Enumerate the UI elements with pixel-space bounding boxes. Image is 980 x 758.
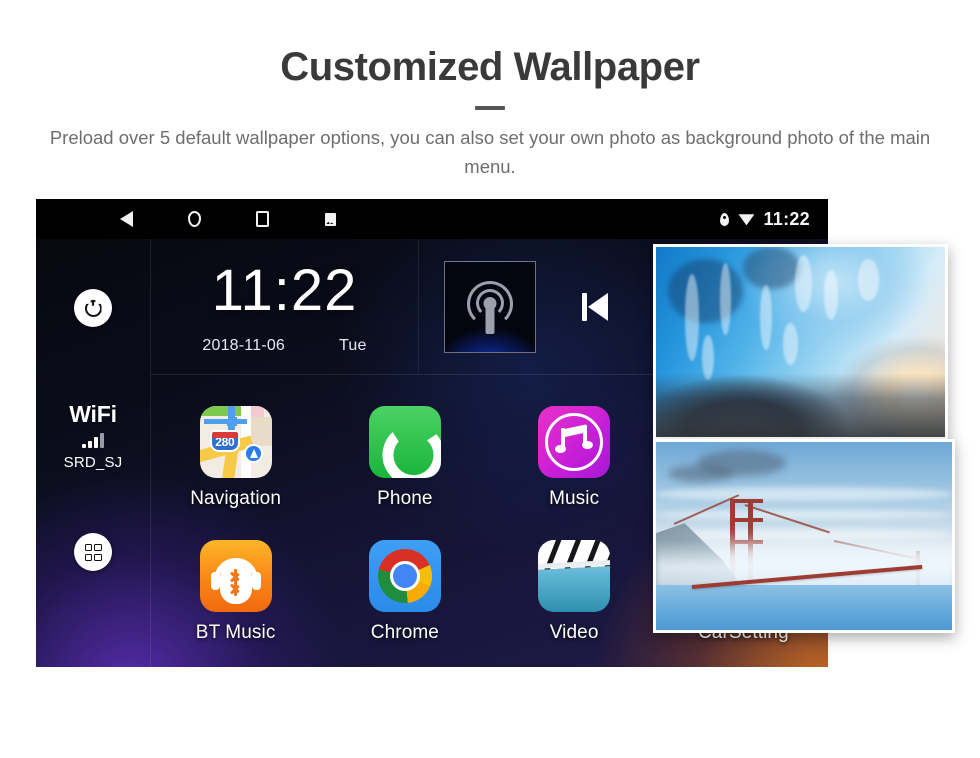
app-label: Music — [549, 487, 600, 509]
page-header: Customized Wallpaper Preload over 5 defa… — [0, 0, 980, 181]
golden-gate-bridge-wallpaper-preview[interactable] — [653, 439, 955, 634]
screenshot-button[interactable] — [296, 199, 364, 239]
device-stage: 11:22 WiFi SRD_SJ 11:22 2018-11-06 Tue 2… — [0, 199, 980, 699]
bluetooth-headphones-icon — [199, 540, 272, 613]
app-navigation[interactable]: 280 Navigation — [151, 390, 320, 525]
app-music[interactable]: Music — [490, 390, 659, 525]
app-chrome[interactable]: Chrome — [320, 525, 489, 660]
back-triangle-icon — [119, 211, 133, 228]
left-sidebar: WiFi SRD_SJ — [36, 239, 151, 668]
apps-grid-icon — [84, 543, 102, 561]
status-indicators: 11:22 — [720, 209, 810, 230]
maps-icon: 280 — [199, 405, 272, 478]
page-subtitle: Preload over 5 default wallpaper options… — [49, 127, 931, 177]
music-note-icon — [538, 405, 611, 478]
recents-button[interactable] — [228, 199, 296, 239]
power-icon — [84, 299, 102, 317]
phone-icon — [368, 405, 441, 478]
app-label: BT Music — [195, 622, 276, 644]
wifi-ssid-label: SRD_SJ — [63, 454, 123, 472]
app-label: Phone — [377, 487, 433, 509]
app-phone[interactable]: Phone — [320, 390, 489, 525]
back-button[interactable] — [92, 199, 160, 239]
chrome-icon — [368, 540, 441, 613]
status-bar: 11:22 — [36, 199, 828, 240]
radio-antenna-icon — [462, 279, 518, 335]
all-apps-button[interactable] — [74, 533, 112, 572]
app-label: Chrome — [370, 622, 439, 644]
wifi-label: WiFi — [69, 401, 117, 428]
wifi-status-block[interactable]: WiFi SRD_SJ — [64, 401, 123, 471]
navigation-buttons — [92, 199, 364, 239]
clapperboard-icon — [538, 540, 611, 613]
clock-weekday: Tue — [339, 337, 367, 355]
clock-widget[interactable]: 11:22 2018-11-06 Tue — [151, 239, 419, 375]
power-button[interactable] — [74, 289, 112, 328]
app-label: Video — [549, 622, 599, 644]
previous-track-button[interactable] — [582, 292, 608, 321]
clock-date: 2018-11-06 — [202, 337, 286, 355]
route-shield-number: 280 — [215, 434, 235, 449]
app-video[interactable]: Video — [490, 525, 659, 660]
screenshot-image-icon — [324, 212, 336, 226]
status-bar-clock: 11:22 — [763, 208, 810, 229]
wifi-signal-bars-icon — [64, 433, 123, 449]
clock-subline: 2018-11-06 Tue — [202, 337, 366, 355]
radio-source-tile[interactable] — [444, 260, 536, 353]
wifi-icon — [738, 214, 755, 226]
clock-time: 11:22 — [211, 258, 358, 324]
home-button[interactable] — [160, 199, 228, 239]
recents-square-icon — [255, 211, 269, 228]
app-label: Navigation — [190, 487, 282, 509]
location-pin-icon — [720, 212, 730, 226]
home-circle-icon — [187, 211, 201, 228]
ice-cave-wallpaper-preview[interactable] — [653, 244, 948, 441]
app-bt-music[interactable]: BT Music — [151, 525, 320, 660]
title-divider — [475, 106, 505, 110]
page-title: Customized Wallpaper — [280, 45, 700, 89]
